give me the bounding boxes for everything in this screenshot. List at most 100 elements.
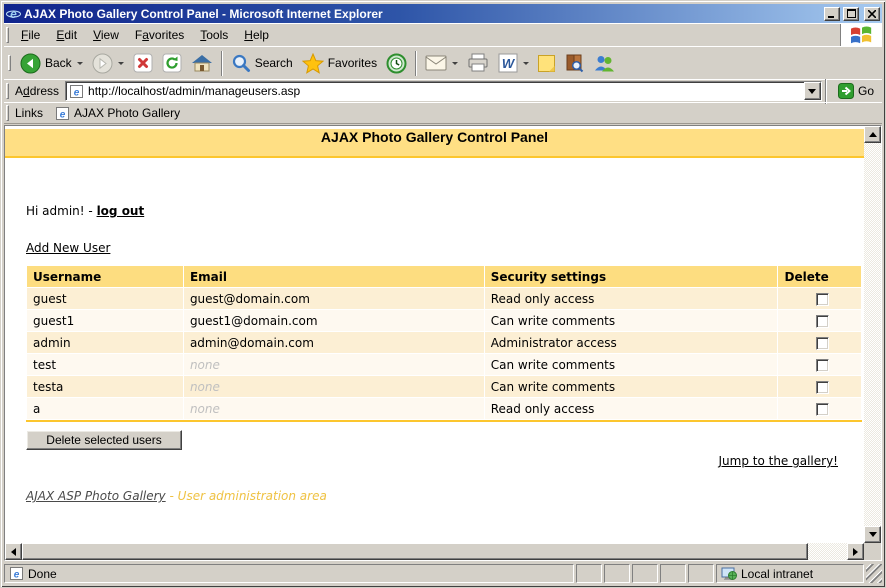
mail-dropdown-caret[interactable] [452, 62, 458, 65]
svg-text:e: e [14, 570, 20, 581]
menu-label-part: a [142, 28, 149, 42]
history-button[interactable] [382, 49, 411, 78]
favorites-label: Favorites [328, 56, 377, 70]
security-zone-panel: Local intranet [716, 564, 864, 583]
address-label-part: A [15, 84, 23, 98]
status-panel [576, 564, 602, 583]
scroll-left-button[interactable] [5, 543, 22, 560]
page-icon: e [69, 84, 84, 99]
cell-security: Read only access [485, 398, 778, 419]
back-dropdown-caret[interactable] [77, 62, 83, 65]
print-button[interactable] [463, 49, 493, 78]
menu-label-part: elp [253, 28, 269, 42]
scroll-down-button[interactable] [864, 526, 881, 543]
menu-view[interactable]: View [85, 25, 127, 45]
menu-label-part: dit [64, 28, 77, 42]
addressbar-grip[interactable] [6, 83, 9, 99]
refresh-button[interactable] [158, 49, 186, 78]
cell-security: Read only access [485, 288, 778, 309]
table-row: testanoneCan write comments [27, 376, 861, 397]
address-input[interactable] [88, 83, 800, 99]
svg-text:e: e [10, 7, 17, 21]
horizontal-scroll-thumb[interactable] [22, 543, 808, 560]
refresh-icon [162, 53, 182, 73]
address-label-part: dress [30, 84, 59, 98]
go-button[interactable]: Go [830, 83, 880, 99]
vertical-scrollbar [864, 126, 881, 543]
mail-button[interactable] [421, 49, 462, 78]
resize-grip[interactable] [866, 564, 882, 583]
maximize-button[interactable] [843, 7, 859, 21]
browser-viewport: AJAX Photo Gallery Control Panel Hi admi… [4, 125, 882, 561]
cell-email: none [184, 354, 484, 375]
toolbar-separator [415, 51, 417, 76]
edit-button[interactable]: W [494, 49, 533, 78]
linksbar-grip[interactable] [6, 105, 9, 121]
research-button[interactable] [560, 49, 588, 78]
menu-favorites[interactable]: Favorites [127, 25, 192, 45]
menu-label-part: V [93, 28, 101, 42]
scroll-up-button[interactable] [864, 126, 881, 143]
forward-dropdown-caret[interactable] [118, 62, 124, 65]
messenger-button[interactable] [589, 49, 619, 78]
menubar-grip[interactable] [6, 27, 9, 43]
delete-checkbox[interactable] [816, 337, 829, 350]
status-message-panel: e Done [4, 564, 574, 583]
arrow-right-icon [853, 548, 858, 556]
delete-checkbox[interactable] [816, 315, 829, 328]
minimize-button[interactable] [824, 7, 840, 21]
edit-dropdown-caret[interactable] [523, 62, 529, 65]
stop-icon [133, 53, 153, 73]
footer-gallery-link[interactable]: AJAX ASP Photo Gallery [26, 489, 166, 503]
toolbar-grip[interactable] [8, 55, 11, 71]
add-new-user-link[interactable]: Add New User [26, 241, 110, 255]
horizontal-scroll-track[interactable] [808, 543, 847, 560]
cell-delete [778, 310, 861, 331]
delete-checkbox[interactable] [816, 359, 829, 372]
menu-help[interactable]: Help [236, 25, 277, 45]
cell-username: guest1 [27, 310, 183, 331]
chevron-down-icon [808, 89, 816, 94]
cell-security: Can write comments [485, 376, 778, 397]
cell-email: admin@domain.com [184, 332, 484, 353]
status-panel [632, 564, 658, 583]
links-item-ajax-photo-gallery[interactable]: e AJAX Photo Gallery [51, 106, 184, 121]
users-table-wrap: UsernameEmailSecurity settingsDelete gue… [26, 265, 862, 422]
menu-tools[interactable]: Tools [192, 25, 236, 45]
greeting-text: Hi admin! - log out [26, 204, 864, 218]
table-row: guestguest@domain.comRead only access [27, 288, 861, 309]
stop-button[interactable] [129, 49, 157, 78]
page-icon: e [9, 566, 24, 581]
menu-file[interactable]: File [13, 25, 48, 45]
browser-window: e AJAX Photo Gallery Control Panel - Mic… [0, 0, 886, 588]
delete-selected-users-button[interactable]: Delete selected users [26, 430, 182, 450]
table-row: testnoneCan write comments [27, 354, 861, 375]
discuss-button[interactable] [534, 49, 559, 78]
jump-to-gallery-link[interactable]: Jump to the gallery! [718, 454, 838, 468]
address-dropdown-button[interactable] [804, 82, 821, 100]
forward-button[interactable] [88, 49, 128, 78]
menu-label-part: vorites [149, 28, 184, 42]
scroll-right-button[interactable] [847, 543, 864, 560]
favorites-button[interactable]: Favorites [298, 49, 381, 78]
delete-checkbox[interactable] [816, 381, 829, 394]
messenger-icon [593, 54, 615, 73]
search-button[interactable]: Search [227, 49, 297, 78]
logout-link[interactable]: log out [97, 204, 145, 218]
horizontal-scrollbar [5, 543, 864, 560]
menu-edit[interactable]: Edit [48, 25, 85, 45]
back-icon [20, 53, 41, 74]
users-table-head-row: UsernameEmailSecurity settingsDelete [27, 266, 861, 287]
delete-checkbox[interactable] [816, 293, 829, 306]
home-button[interactable] [187, 49, 217, 78]
status-panel [604, 564, 630, 583]
close-button[interactable] [864, 7, 880, 21]
cell-username: testa [27, 376, 183, 397]
vertical-scroll-track[interactable] [864, 143, 881, 526]
add-new-user: Add New User [26, 241, 864, 255]
cell-delete [778, 288, 861, 309]
delete-checkbox[interactable] [816, 403, 829, 416]
back-button[interactable]: Back [16, 49, 87, 78]
links-label: Links [13, 106, 51, 120]
users-table: UsernameEmailSecurity settingsDelete gue… [26, 265, 862, 422]
